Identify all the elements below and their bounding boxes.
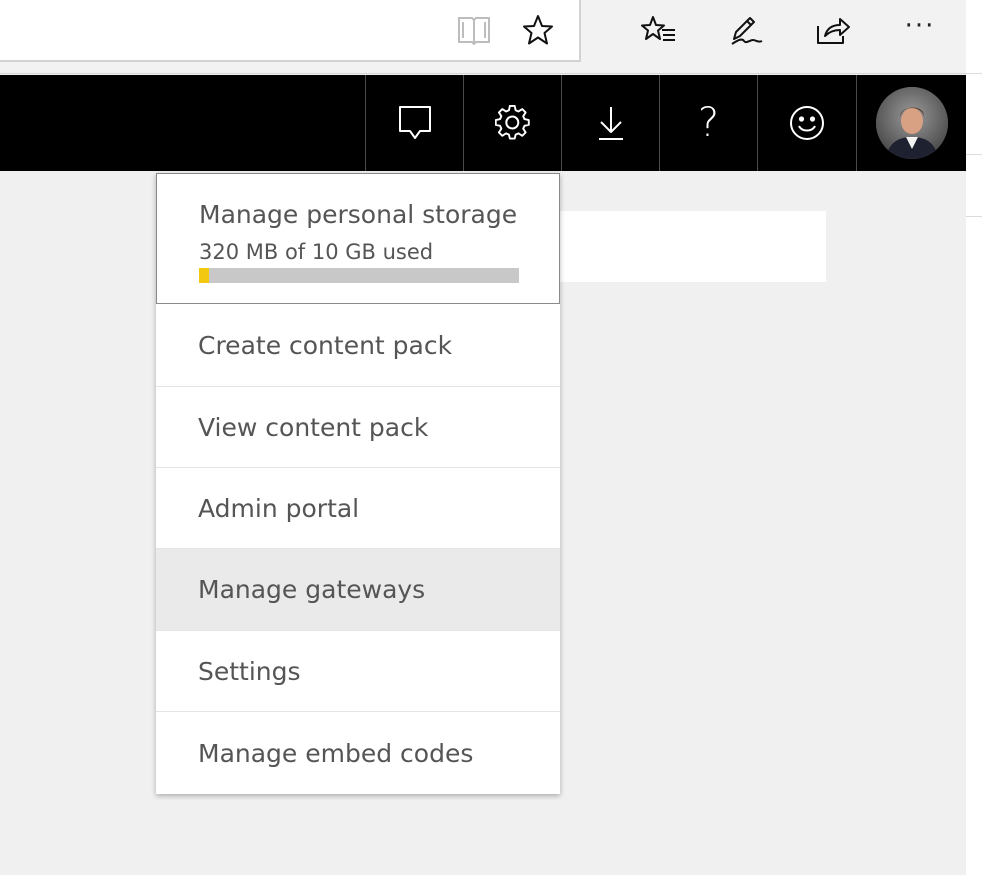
menu-item-label: View content pack (198, 412, 429, 442)
storage-usage-text: 320 MB of 10 GB used (199, 240, 434, 264)
user-avatar-icon (875, 87, 948, 159)
edge-divider (966, 73, 982, 74)
edge-divider (966, 216, 982, 217)
settings-menu: Manage personal storage 320 MB of 10 GB … (156, 173, 560, 794)
star-list-icon (641, 16, 675, 41)
smiley-icon (789, 106, 824, 140)
star-icon (523, 15, 553, 45)
menu-item-manage-embed-codes[interactable]: Manage embed codes (156, 711, 560, 794)
chat-bubble-icon (398, 106, 431, 139)
window-edge (966, 0, 982, 875)
browser-toolbar: ··· (0, 0, 966, 74)
notifications-button[interactable] (365, 75, 463, 171)
menu-item-label: Create content pack (198, 330, 453, 360)
annotate-button[interactable] (724, 8, 768, 52)
menu-item-label: Manage embed codes (198, 738, 474, 768)
download-button[interactable] (561, 75, 659, 171)
menu-item-label: Settings (198, 656, 301, 686)
edge-divider (966, 154, 982, 155)
menu-item-label: Manage gateways (198, 575, 426, 604)
more-button[interactable]: ··· (898, 4, 942, 48)
menu-item-manage-gateways[interactable]: Manage gateways (156, 548, 560, 630)
content-card (560, 211, 826, 282)
more-icon: ··· (904, 11, 936, 41)
help-button[interactable]: ? (659, 75, 757, 171)
book-icon (458, 17, 490, 45)
help-icon: ? (697, 100, 720, 146)
favorites-list-button[interactable] (637, 8, 681, 52)
manage-storage-item[interactable]: Manage personal storage 320 MB of 10 GB … (156, 173, 560, 304)
address-bar[interactable] (0, 0, 581, 62)
favorite-button[interactable] (516, 8, 560, 52)
feedback-button[interactable] (757, 75, 855, 171)
menu-item-settings[interactable]: Settings (156, 630, 560, 711)
share-button[interactable] (811, 8, 855, 52)
menu-item-label: Admin portal (198, 493, 360, 523)
gear-icon (494, 105, 530, 140)
menu-item-view-content-pack[interactable]: View content pack (156, 386, 560, 467)
menu-item-admin-portal[interactable]: Admin portal (156, 467, 560, 548)
app-header: ? (0, 75, 966, 171)
download-icon (598, 107, 623, 140)
menu-item-create-content-pack[interactable]: Create content pack (156, 304, 560, 386)
storage-title: Manage personal storage (199, 200, 518, 229)
reading-view-button[interactable] (452, 8, 496, 52)
pen-icon (731, 17, 763, 45)
settings-button[interactable] (463, 75, 561, 171)
storage-progress-bar (199, 268, 519, 283)
storage-progress-fill (199, 268, 210, 283)
share-icon (817, 18, 850, 44)
account-button[interactable] (856, 75, 966, 171)
